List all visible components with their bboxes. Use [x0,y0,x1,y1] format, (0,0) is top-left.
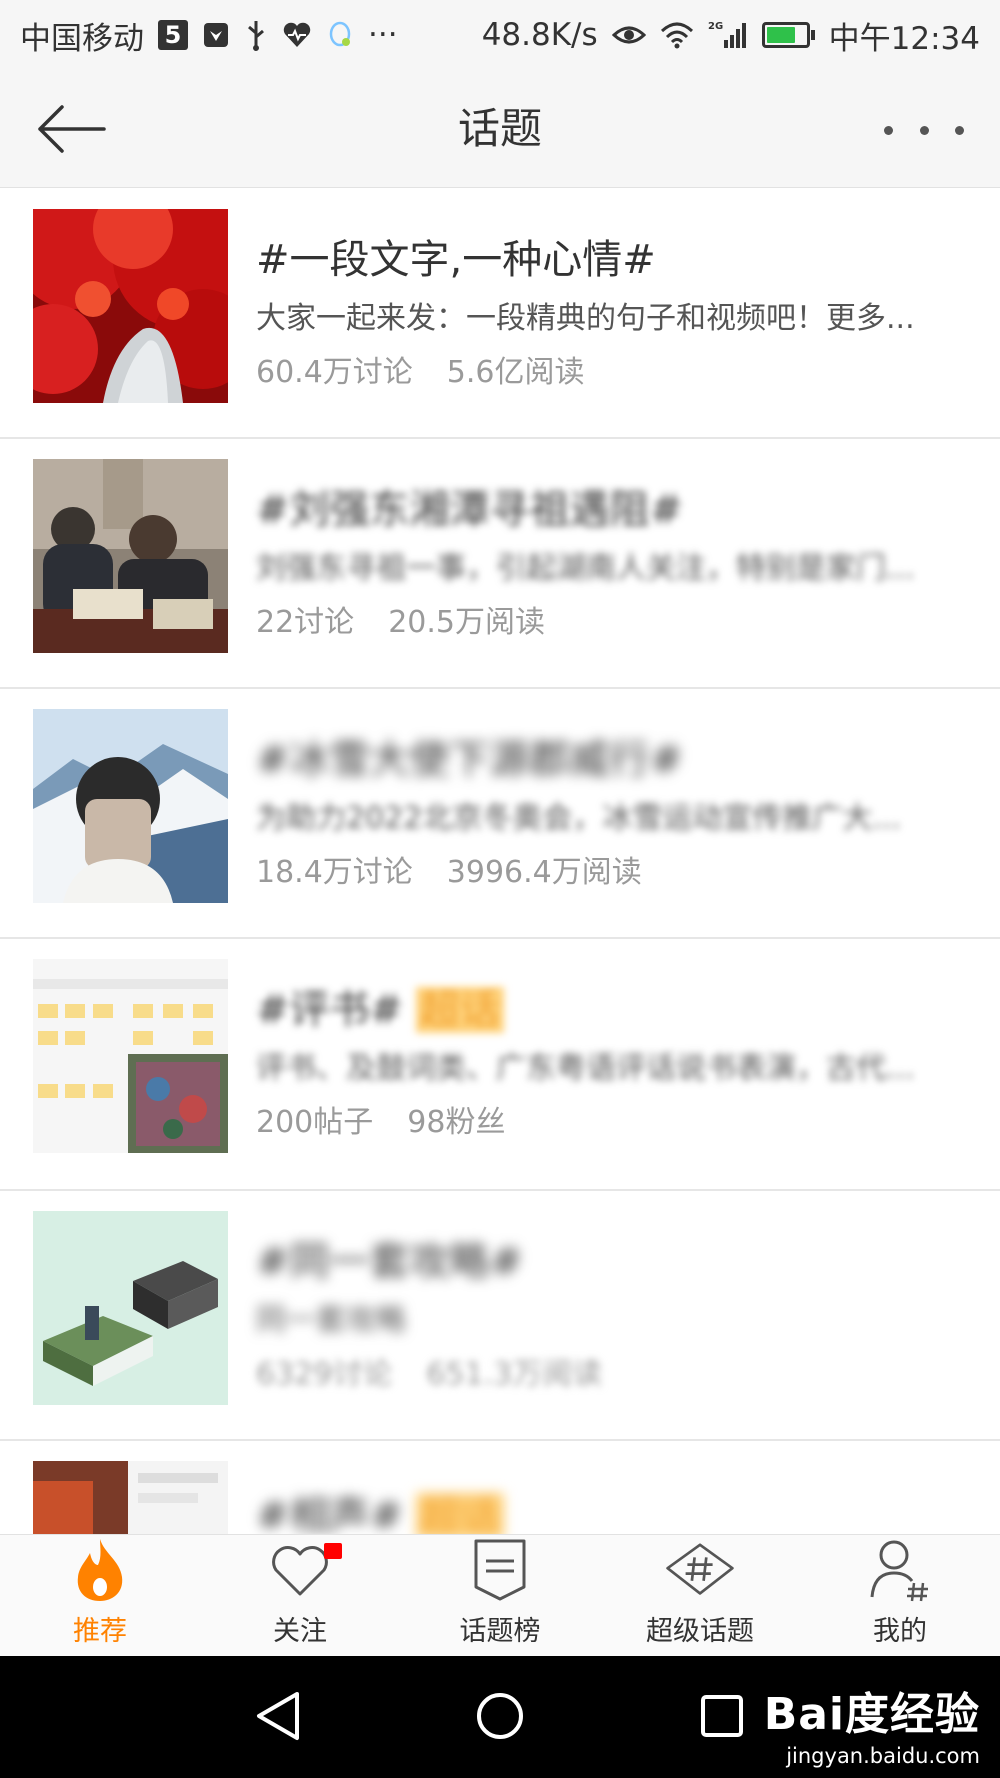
post-count: 200帖子 [256,1105,374,1140]
discussion-count: 60.4万讨论 [256,355,413,390]
signal-icon: 2G [708,20,748,50]
watermark-main: Bai度经验 [763,1689,980,1740]
topic-list: #一段文字,一种心情# 大家一起来发：一段精典的句子和视频吧！更多... 60.… [0,189,1000,1534]
topic-thumbnail[interactable] [33,209,228,403]
topic-item[interactable]: #冰雪大使下源郡威行# 为助力2022北京冬奥会，冰雪运动宣传推广大... 18… [0,689,1000,939]
sim-badge: 5 [158,20,188,50]
topic-description: 刘强东寻祖一事，引起湖南人关注，特别是家门... [256,551,915,586]
tab-label: 话题榜 [459,1616,541,1647]
topic-title: #冰雪大使下源郡威行# [256,737,684,783]
topic-title: #刘强东湘潭寻祖遇阻# [256,487,684,533]
tab-label: 超级话题 [646,1616,754,1647]
fan-count: 98粉丝 [407,1105,506,1140]
topic-title: #同一套攻略# [256,1239,524,1285]
baidu-watermark: Bai度经验 jingyan.baidu.com [764,1678,980,1768]
discussion-count: 18.4万讨论 [256,855,413,890]
topic-stats: 6329讨论 651.3万阅读 [256,1349,602,1393]
health-icon [282,21,312,49]
nav-back-button[interactable] [248,1686,308,1746]
huawei-icon [202,21,230,49]
topic-title: #评书# 超话 [256,977,504,1035]
topic-thumbnail[interactable] [33,1461,228,1534]
topic-title-text: #相声# [256,1493,404,1534]
page-title: 话题 [457,104,542,153]
square-recents-icon [701,1695,743,1737]
topic-description: 同一套攻略 [256,1303,406,1338]
carrier-label: 中国移动 [20,20,144,57]
user-hash-icon [864,1535,936,1605]
usb-icon [244,19,268,51]
nav-home-button[interactable] [470,1686,530,1746]
more-dot [955,125,964,135]
tab-super-topic[interactable]: 超级话题 [600,1535,800,1656]
topic-description: 评书、及鼓词类、广东粤语评话说书表演，古代... [256,1051,915,1086]
tab-label: 推荐 [73,1616,127,1647]
topic-item[interactable]: #刘强东湘潭寻祖遇阻# 刘强东寻祖一事，引起湖南人关注，特别是家门... 22讨… [0,439,1000,689]
flame-icon [64,1535,136,1605]
super-topic-tag: 超话 [415,1493,504,1534]
topic-thumbnail[interactable] [33,959,228,1153]
topic-stats: 60.4万讨论 5.6亿阅读 [256,347,585,391]
system-nav-bar: Bai度经验 jingyan.baidu.com [0,1656,1000,1778]
topic-stats: 18.4万讨论 3996.4万阅读 [256,847,642,891]
status-more: ··· [368,17,398,53]
read-count: 5.6亿阅读 [446,355,585,390]
watermark-url: jingyan.baidu.com [786,1744,980,1768]
hash-diamond-icon [664,1535,736,1605]
battery-icon [761,22,815,48]
topic-item[interactable]: #同一套攻略# 同一套攻略 6329讨论 651.3万阅读 [0,1191,1000,1441]
tab-ranking[interactable]: 话题榜 [400,1535,600,1656]
tab-follow[interactable]: 关注 [200,1535,400,1656]
topic-item[interactable]: #一段文字,一种心情# 大家一起来发：一段精典的句子和视频吧！更多... 60.… [0,189,1000,439]
triangle-back-icon [257,1692,299,1740]
circle-home-icon [477,1693,523,1739]
discussion-count: 6329讨论 [256,1357,393,1392]
topic-title: #相声# 超话 [256,1483,504,1534]
qq-icon [326,20,354,50]
super-topic-tag: 超话 [415,987,504,1033]
tab-label: 我的 [873,1616,927,1647]
network-speed: 48.8K/s [481,17,598,53]
topic-description: 大家一起来发：一段精典的句子和视频吧！更多... [256,301,915,336]
topic-description: 为助力2022北京冬奥会，冰雪运动宣传推广大... [256,801,901,836]
topic-title: #一段文字,一种心情# [256,237,656,283]
notification-badge [324,1543,342,1559]
topic-title-text: #评书# [256,987,404,1033]
wifi-icon [660,21,694,49]
tab-recommend[interactable]: 推荐 [0,1535,200,1656]
read-count: 651.3万阅读 [426,1357,603,1392]
more-dot [884,125,893,135]
topic-item[interactable]: #相声# 超话 [0,1441,1000,1534]
bottom-tab-bar: 推荐 关注 话题榜 超级话题 我的 [0,1534,1000,1656]
screen: 中国移动 5 ··· 48.8K/s 2G 中午12:34 话题 #一段文字,一… [0,0,1000,1778]
discussion-count: 22讨论 [256,605,355,640]
app-header: 话题 [0,70,1000,188]
ranking-icon [464,1535,536,1605]
read-count: 3996.4万阅读 [446,855,642,890]
eye-icon [611,23,646,47]
tab-mine[interactable]: 我的 [800,1535,1000,1656]
nav-recents-button[interactable] [692,1686,752,1746]
topic-thumbnail[interactable] [33,709,228,903]
topic-thumbnail[interactable] [33,459,228,653]
network-type-label: 2G [708,21,723,32]
clock: 中午12:34 [828,20,980,57]
topic-stats: 22讨论 20.5万阅读 [256,597,545,641]
more-dot [919,125,929,135]
more-options-button[interactable] [884,110,964,150]
topic-thumbnail[interactable] [33,1211,228,1405]
status-bar: 中国移动 5 ··· 48.8K/s 2G 中午12:34 [0,0,1000,70]
read-count: 20.5万阅读 [388,605,545,640]
tab-label: 关注 [273,1616,327,1647]
topic-stats: 200帖子 98粉丝 [256,1097,505,1141]
topic-item[interactable]: #评书# 超话 评书、及鼓词类、广东粤语评话说书表演，古代... 200帖子 98… [0,939,1000,1191]
